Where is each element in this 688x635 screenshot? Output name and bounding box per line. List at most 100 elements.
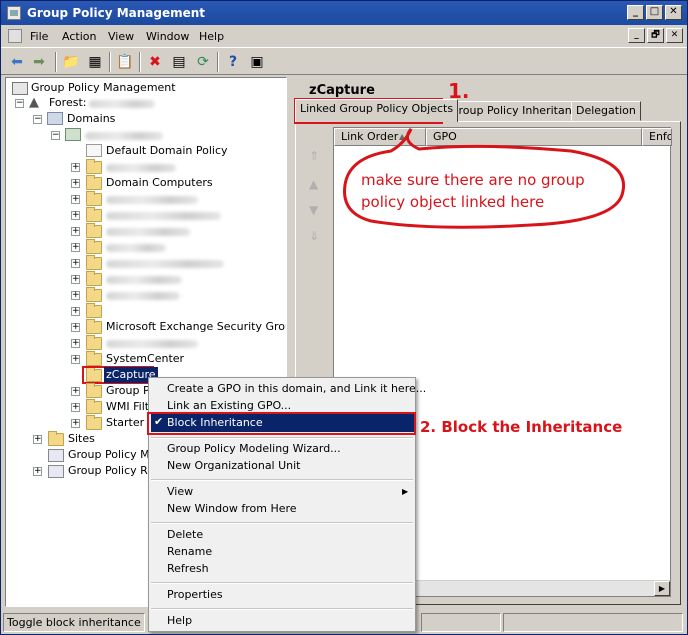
menu-rename[interactable]: Rename — [167, 544, 212, 560]
mdi-restore-button[interactable]: 🗗 — [647, 28, 664, 43]
redacted-text — [106, 164, 176, 172]
help-icon[interactable]: ? — [223, 52, 243, 72]
collapse-icon[interactable]: − — [51, 131, 60, 140]
gpo-link-icon — [86, 144, 102, 157]
column-enforced[interactable]: Enfo — [642, 128, 672, 146]
menu-view[interactable]: View — [167, 484, 193, 500]
tree-domains[interactable]: Domains — [67, 111, 115, 127]
menu-separator — [151, 437, 413, 439]
annotation-highlight-block — [147, 412, 416, 435]
move-top-icon[interactable]: ⇑ — [309, 149, 319, 163]
menu-delete[interactable]: Delete — [167, 527, 203, 543]
move-up-icon[interactable]: ▲ — [309, 177, 318, 191]
tree-exchange-groups[interactable]: Microsoft Exchange Security Groups — [106, 319, 286, 335]
menu-action[interactable]: Action — [62, 30, 96, 43]
menu-help[interactable]: Help — [199, 30, 224, 43]
domain-icon — [65, 128, 81, 141]
tab-gp-inheritance[interactable]: Group Policy Inheritance — [445, 101, 590, 121]
status-text: Toggle block inheritance — [3, 613, 145, 632]
expand-icon[interactable]: + — [71, 339, 80, 348]
expand-icon[interactable]: + — [71, 403, 80, 412]
menu-properties[interactable]: Properties — [167, 587, 223, 603]
properties-icon[interactable]: 📋 — [115, 52, 135, 72]
toolbar-separator — [55, 52, 57, 72]
scroll-right-icon[interactable]: ▶ — [654, 581, 670, 596]
expand-icon[interactable]: + — [71, 275, 80, 284]
title-bar[interactable]: Group Policy Management _ □ ✕ — [1, 1, 687, 25]
show-hide-tree-icon[interactable]: ▦ — [85, 52, 105, 72]
menu-new-ou[interactable]: New Organizational Unit — [167, 458, 301, 474]
back-icon[interactable]: ⬅ — [7, 52, 27, 72]
submenu-arrow-icon: ▶ — [402, 487, 409, 496]
app-icon — [7, 6, 21, 20]
annotation-step2-label: 2. Block the Inheritance — [420, 418, 623, 436]
ou-folder-icon — [86, 335, 102, 350]
redacted-text — [106, 212, 221, 220]
gpm-root-icon — [12, 82, 28, 95]
expand-icon[interactable]: + — [33, 435, 42, 444]
close-button[interactable]: ✕ — [665, 5, 682, 20]
menu-separator — [151, 608, 413, 610]
expand-icon[interactable]: + — [71, 243, 80, 252]
expand-icon[interactable]: + — [71, 179, 80, 188]
mdi-close-button[interactable]: ✕ — [666, 28, 683, 43]
expand-icon[interactable]: + — [71, 163, 80, 172]
refresh-icon[interactable]: ⟳ — [193, 52, 213, 72]
mdi-minimize-button[interactable]: _ — [628, 28, 645, 43]
redacted-text — [106, 276, 182, 284]
export-icon[interactable]: ▤ — [169, 52, 189, 72]
expand-icon[interactable]: + — [71, 291, 80, 300]
expand-icon[interactable]: + — [71, 195, 80, 204]
domains-icon — [47, 112, 63, 125]
tree-default-domain-policy[interactable]: Default Domain Policy — [106, 143, 228, 159]
menu-refresh[interactable]: Refresh — [167, 561, 209, 577]
collapse-icon[interactable]: − — [33, 115, 42, 124]
redacted-text — [106, 196, 198, 204]
tree-root[interactable]: Group Policy Management — [31, 80, 176, 96]
move-bottom-icon[interactable]: ⇓ — [309, 229, 319, 243]
collapse-icon[interactable]: − — [15, 99, 24, 108]
expand-icon[interactable]: + — [71, 387, 80, 396]
container-title: zCapture — [309, 83, 375, 98]
ou-folder-icon — [86, 191, 102, 206]
expand-icon[interactable]: + — [71, 419, 80, 428]
tab-delegation[interactable]: Delegation — [571, 101, 641, 121]
modeling-icon — [48, 449, 64, 462]
menu-file[interactable]: File — [30, 30, 48, 43]
tab-linked-gpos[interactable]: Linked Group Policy Objects — [295, 99, 459, 122]
expand-icon[interactable]: + — [71, 307, 80, 316]
expand-icon[interactable]: + — [71, 211, 80, 220]
ou-folder-icon — [86, 319, 102, 334]
forward-icon[interactable]: ➡ — [29, 52, 49, 72]
tree-sites[interactable]: Sites — [68, 431, 95, 447]
up-folder-icon[interactable]: 📁 — [61, 52, 81, 72]
console-icon[interactable]: ▣ — [247, 52, 267, 72]
maximize-button[interactable]: □ — [646, 5, 663, 20]
expand-icon[interactable]: + — [71, 355, 80, 364]
menu-separator — [151, 582, 413, 584]
move-down-icon[interactable]: ▼ — [309, 203, 318, 217]
tree-gp-results[interactable]: Group Policy Res — [68, 463, 160, 479]
tree-domain-computers[interactable]: Domain Computers — [106, 175, 213, 191]
toolbar-separator — [109, 52, 111, 72]
ou-folder-icon — [86, 351, 102, 366]
expand-icon[interactable]: + — [71, 323, 80, 332]
ou-folder-icon — [86, 239, 102, 254]
menu-create-gpo[interactable]: Create a GPO in this domain, and Link it… — [167, 381, 426, 397]
tree-system-center[interactable]: SystemCenter — [106, 351, 184, 367]
status-cell — [421, 613, 501, 632]
redacted-text — [106, 340, 198, 348]
menu-window[interactable]: Window — [146, 30, 189, 43]
menu-gp-modeling-wizard[interactable]: Group Policy Modeling Wizard... — [167, 441, 341, 457]
menu-new-window[interactable]: New Window from Here — [167, 501, 297, 517]
minimize-button[interactable]: _ — [627, 5, 644, 20]
menu-view[interactable]: View — [108, 30, 134, 43]
console-menu-icon[interactable] — [8, 29, 22, 43]
expand-icon[interactable]: + — [71, 259, 80, 268]
expand-icon[interactable]: + — [71, 227, 80, 236]
tree-forest[interactable]: Forest: — [49, 95, 86, 111]
delete-icon[interactable]: ✖ — [145, 52, 165, 72]
toolbar-separator — [217, 52, 219, 72]
expand-icon[interactable]: + — [33, 467, 42, 476]
redacted-text — [106, 292, 180, 300]
